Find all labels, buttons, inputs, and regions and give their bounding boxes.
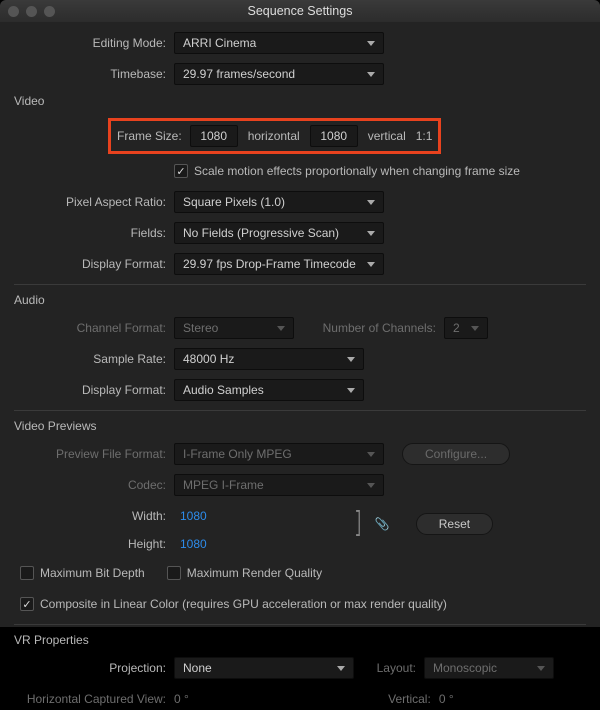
timebase-label: Timebase: — [14, 67, 174, 81]
projection-label: Projection: — [14, 661, 174, 675]
video-display-format-select[interactable]: 29.97 fps Drop-Frame Timecode — [174, 253, 384, 275]
chevron-down-icon — [367, 262, 375, 267]
pixel-aspect-select[interactable]: Square Pixels (1.0) — [174, 191, 384, 213]
num-channels-select: 2 — [444, 317, 488, 339]
num-channels-label: Number of Channels: — [294, 321, 444, 335]
max-bit-depth-label: Maximum Bit Depth — [40, 566, 145, 580]
scale-motion-checkbox[interactable]: ✓ — [174, 164, 188, 178]
audio-section-title: Audio — [14, 293, 586, 307]
editing-mode-select[interactable]: ARRI Cinema — [174, 32, 384, 54]
frame-width-unit: horizontal — [248, 129, 300, 143]
editing-mode-label: Editing Mode: — [14, 36, 174, 50]
configure-button: Configure... — [402, 443, 510, 465]
layout-select: Monoscopic — [424, 657, 554, 679]
fields-label: Fields: — [14, 226, 174, 240]
h-captured-view-label: Horizontal Captured View: — [14, 692, 174, 706]
frame-width-input[interactable]: 1080 — [190, 125, 238, 147]
audio-display-format-label: Display Format: — [14, 383, 174, 397]
projection-select[interactable]: None — [174, 657, 354, 679]
minimize-dot[interactable] — [26, 6, 37, 17]
window-body: Editing Mode: ARRI Cinema Timebase: 29.9… — [0, 22, 600, 627]
video-section-title: Video — [14, 94, 586, 108]
sample-rate-select[interactable]: 48000 Hz — [174, 348, 364, 370]
vertical-view-value: 0 ° — [439, 692, 454, 706]
fields-select[interactable]: No Fields (Progressive Scan) — [174, 222, 384, 244]
chevron-down-icon — [367, 231, 375, 236]
preview-format-select: I-Frame Only MPEG — [174, 443, 384, 465]
chevron-down-icon — [337, 666, 345, 671]
editing-mode-value: ARRI Cinema — [183, 36, 256, 50]
h-captured-view-value: 0 ° — [174, 692, 189, 706]
codec-select: MPEG I-Frame — [174, 474, 384, 496]
max-render-quality-label: Maximum Render Quality — [187, 566, 322, 580]
window-controls[interactable] — [8, 6, 55, 17]
layout-label: Layout: — [354, 661, 424, 675]
link-icon[interactable] — [375, 517, 390, 531]
max-render-quality-checkbox[interactable] — [167, 566, 181, 580]
sample-rate-label: Sample Rate: — [14, 352, 174, 366]
chevron-down-icon — [471, 326, 479, 331]
preview-width-label: Width: — [14, 505, 174, 527]
reset-button[interactable]: Reset — [416, 513, 493, 535]
chevron-down-icon — [367, 41, 375, 46]
chevron-down-icon — [367, 483, 375, 488]
chevron-down-icon — [367, 452, 375, 457]
close-dot[interactable] — [8, 6, 19, 17]
vr-section-title: VR Properties — [14, 633, 586, 647]
pixel-aspect-label: Pixel Aspect Ratio: — [14, 195, 174, 209]
titlebar: Sequence Settings — [0, 0, 600, 22]
preview-height-value[interactable]: 1080 — [174, 533, 207, 555]
composite-linear-checkbox[interactable]: ✓ — [20, 597, 34, 611]
preview-height-label: Height: — [14, 533, 174, 555]
max-bit-depth-checkbox[interactable] — [20, 566, 34, 580]
codec-label: Codec: — [14, 478, 174, 492]
frame-size-highlight: Frame Size: 1080 horizontal 1080 vertica… — [108, 118, 441, 154]
vertical-view-label: Vertical: — [189, 692, 439, 706]
chevron-down-icon — [367, 200, 375, 205]
previews-section-title: Video Previews — [14, 419, 586, 433]
chevron-down-icon — [347, 357, 355, 362]
chevron-down-icon — [347, 388, 355, 393]
channel-format-label: Channel Format: — [14, 321, 174, 335]
link-bracket-icon: ] — [354, 515, 362, 533]
composite-linear-label: Composite in Linear Color (requires GPU … — [40, 597, 447, 611]
timebase-value: 29.97 frames/second — [183, 67, 295, 81]
frame-size-label: Frame Size: — [117, 129, 182, 143]
channel-format-select: Stereo — [174, 317, 294, 339]
preview-format-label: Preview File Format: — [14, 447, 174, 461]
frame-height-unit: vertical — [368, 129, 406, 143]
chevron-down-icon — [537, 666, 545, 671]
preview-width-value[interactable]: 1080 — [174, 505, 207, 527]
timebase-select[interactable]: 29.97 frames/second — [174, 63, 384, 85]
chevron-down-icon — [367, 72, 375, 77]
frame-ratio: 1:1 — [416, 129, 433, 143]
scale-motion-label: Scale motion effects proportionally when… — [194, 164, 520, 178]
video-display-format-label: Display Format: — [14, 257, 174, 271]
audio-display-format-select[interactable]: Audio Samples — [174, 379, 364, 401]
chevron-down-icon — [277, 326, 285, 331]
window-title: Sequence Settings — [0, 4, 600, 18]
zoom-dot[interactable] — [44, 6, 55, 17]
frame-height-input[interactable]: 1080 — [310, 125, 358, 147]
